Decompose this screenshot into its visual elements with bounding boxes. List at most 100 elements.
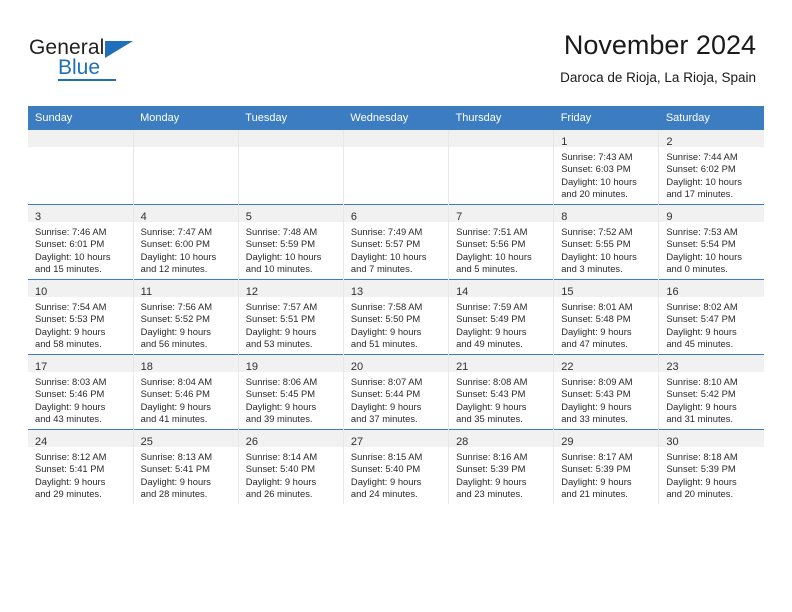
day-number: 21: [456, 361, 469, 373]
calendar-week-row: 17 Sunrise: 8:03 AM Sunset: 5:46 PM Dayligh…: [28, 354, 764, 430]
weekday-header-tuesday: Tuesday: [238, 106, 344, 130]
day-number-band: 1: [554, 130, 659, 148]
calendar-day-cell[interactable]: 8 Sunrise: 7:52 AM Sunset: 5:55 PM Daylight…: [553, 204, 659, 280]
calendar-cell-empty: [28, 130, 134, 205]
sunset-text: Sunset: 5:41 PM: [140, 463, 210, 475]
day-number-band: 9: [659, 205, 764, 223]
day-number-band: 25: [133, 430, 238, 448]
calendar-day-cell[interactable]: 18 Sunrise: 8:04 AM Sunset: 5:46 PM Dayligh…: [132, 354, 239, 430]
day-number: 26: [245, 436, 259, 448]
logo-text-blue: Blue: [58, 56, 101, 79]
calendar-day-cell[interactable]: 12 Sunrise: 7:57 AM Sunset: 5:51 PM Dayligh…: [237, 279, 344, 355]
sunrise-text: Sunrise: 7:47 AM: [140, 226, 213, 237]
calendar-week-row: 1 Sunrise: 7:43 AM Sunset: 6:03 PM Daylight…: [28, 130, 764, 205]
day-number: 13: [350, 286, 364, 298]
sunrise-text: Sunrise: 8:07 AM: [350, 376, 423, 387]
day-details: Sunrise: 8:16 AM Sunset: 5:39 PM Daylight:…: [449, 447, 553, 500]
sunset-text: Sunset: 5:43 PM: [456, 388, 526, 400]
calendar-day-cell[interactable]: 16 Sunrise: 8:02 AM Sunset: 5:47 PM Dayligh…: [658, 279, 764, 355]
calendar-day-cell[interactable]: 1 Sunrise: 7:43 AM Sunset: 6:03 PM Daylight…: [553, 130, 659, 205]
sunrise-text: Sunrise: 8:10 AM: [666, 376, 738, 387]
day-number-band: 7: [449, 205, 554, 223]
calendar-day-cell[interactable]: 21 Sunrise: 8:08 AM Sunset: 5:43 PM Dayligh…: [448, 354, 554, 430]
calendar-day-cell[interactable]: 25 Sunrise: 8:13 AM Sunset: 5:41 PM Dayligh…: [132, 429, 239, 504]
daylight-text-line1: Daylight: 10 hours: [350, 250, 427, 262]
day-number: 2: [666, 136, 673, 148]
calendar-day-cell[interactable]: 26 Sunrise: 8:14 AM Sunset: 5:40 PM Dayligh…: [237, 429, 344, 504]
day-number-band: 30: [659, 430, 764, 448]
sunrise-text: Sunrise: 7:51 AM: [456, 226, 528, 237]
day-details: Sunrise: 7:57 AM Sunset: 5:51 PM Daylight:…: [239, 297, 343, 350]
daylight-text-line2: and 56 minutes.: [140, 337, 208, 349]
sunset-text: Sunset: 6:03 PM: [561, 163, 631, 175]
calendar-day-cell[interactable]: 3 Sunrise: 7:46 AM Sunset: 6:01 PM Daylight…: [28, 204, 134, 280]
general-blue-logo[interactable]: General Blue: [29, 36, 149, 82]
sunrise-text: Sunrise: 8:15 AM: [350, 451, 423, 462]
day-details: Sunrise: 7:53 AM Sunset: 5:54 PM Daylight:…: [659, 222, 764, 275]
day-number: 25: [140, 436, 153, 448]
sunset-text: Sunset: 5:56 PM: [456, 238, 526, 250]
calendar-header-row: Sunday Monday Tuesday Wednesday Thursday…: [28, 106, 764, 130]
sunset-text: Sunset: 6:02 PM: [666, 163, 736, 175]
daylight-text-line1: Daylight: 9 hours: [35, 475, 106, 487]
daylight-text-line2: and 24 minutes.: [350, 487, 418, 499]
calendar-grid: Sunday Monday Tuesday Wednesday Thursday…: [28, 106, 764, 504]
calendar-day-cell[interactable]: 24 Sunrise: 8:12 AM Sunset: 5:41 PM Dayligh…: [28, 429, 134, 504]
day-details: Sunrise: 8:01 AM Sunset: 5:48 PM Daylight:…: [554, 297, 658, 350]
calendar-day-cell[interactable]: 27 Sunrise: 8:15 AM Sunset: 5:40 PM Dayligh…: [342, 429, 449, 504]
daylight-text-line1: Daylight: 9 hours: [245, 325, 317, 337]
calendar-day-cell[interactable]: 23 Sunrise: 8:10 AM Sunset: 5:42 PM Dayligh…: [658, 354, 764, 430]
calendar-day-cell[interactable]: 10 Sunrise: 7:54 AM Sunset: 5:53 PM Dayligh…: [28, 279, 134, 355]
day-number: 1: [561, 136, 568, 148]
calendar-cell-empty: [132, 130, 239, 205]
day-details: Sunrise: 8:17 AM Sunset: 5:39 PM Daylight:…: [554, 447, 658, 500]
day-number-band: 4: [133, 205, 238, 223]
sunset-text: Sunset: 5:47 PM: [666, 313, 736, 325]
daylight-text-line2: and 20 minutes.: [561, 187, 628, 199]
sunset-text: Sunset: 5:46 PM: [140, 388, 210, 400]
calendar-day-cell[interactable]: 6 Sunrise: 7:49 AM Sunset: 5:57 PM Daylight…: [342, 204, 449, 280]
sunset-text: Sunset: 5:46 PM: [35, 388, 105, 400]
day-number: 3: [35, 211, 42, 223]
calendar-day-cell[interactable]: 30 Sunrise: 8:18 AM Sunset: 5:39 PM Dayligh…: [658, 429, 764, 504]
sunrise-text: Sunrise: 8:12 AM: [35, 451, 107, 462]
sunset-text: Sunset: 5:41 PM: [35, 463, 105, 475]
calendar-day-cell[interactable]: 13 Sunrise: 7:58 AM Sunset: 5:50 PM Dayligh…: [342, 279, 449, 355]
calendar-day-cell[interactable]: 7 Sunrise: 7:51 AM Sunset: 5:56 PM Daylight…: [448, 204, 554, 280]
weekday-header-monday: Monday: [133, 106, 239, 130]
day-number-band: [343, 130, 449, 147]
calendar-day-cell[interactable]: 22 Sunrise: 8:09 AM Sunset: 5:43 PM Dayligh…: [553, 354, 659, 430]
calendar-day-cell[interactable]: 17 Sunrise: 8:03 AM Sunset: 5:46 PM Dayligh…: [28, 354, 134, 430]
calendar-day-cell[interactable]: 19 Sunrise: 8:06 AM Sunset: 5:45 PM Dayligh…: [237, 354, 344, 430]
calendar-day-cell[interactable]: 5 Sunrise: 7:48 AM Sunset: 5:59 PM Daylight…: [237, 204, 344, 280]
sunrise-text: Sunrise: 8:02 AM: [666, 301, 738, 312]
calendar-day-cell[interactable]: 20 Sunrise: 8:07 AM Sunset: 5:44 PM Dayligh…: [342, 354, 449, 430]
calendar-day-cell[interactable]: 28 Sunrise: 8:16 AM Sunset: 5:39 PM Dayligh…: [448, 429, 554, 504]
day-number-band: 27: [343, 430, 449, 448]
day-number-band: 10: [28, 280, 133, 298]
day-number: 19: [245, 361, 259, 373]
day-details: Sunrise: 8:12 AM Sunset: 5:41 PM Daylight:…: [28, 447, 133, 500]
day-number-band: 11: [133, 280, 238, 298]
daylight-text-line2: and 31 minutes.: [666, 412, 734, 424]
calendar-day-cell[interactable]: 2 Sunrise: 7:44 AM Sunset: 6:02 PM Daylight…: [658, 130, 764, 205]
calendar-day-cell[interactable]: 11 Sunrise: 7:56 AM Sunset: 5:52 PM Dayligh…: [132, 279, 239, 355]
day-details: Sunrise: 8:13 AM Sunset: 5:41 PM Daylight:…: [134, 447, 238, 500]
sunset-text: Sunset: 5:40 PM: [245, 463, 316, 475]
daylight-text-line1: Daylight: 9 hours: [561, 475, 632, 487]
day-number: 23: [666, 361, 679, 373]
calendar-day-cell[interactable]: 14 Sunrise: 7:59 AM Sunset: 5:49 PM Dayligh…: [448, 279, 554, 355]
daylight-text-line2: and 33 minutes.: [561, 412, 628, 424]
calendar-day-cell[interactable]: 9 Sunrise: 7:53 AM Sunset: 5:54 PM Daylight…: [658, 204, 764, 280]
calendar-cell-empty: [342, 130, 449, 205]
daylight-text-line1: Daylight: 9 hours: [350, 400, 422, 412]
daylight-text-line1: Daylight: 9 hours: [245, 400, 317, 412]
calendar-day-cell[interactable]: 29 Sunrise: 8:17 AM Sunset: 5:39 PM Dayligh…: [553, 429, 659, 504]
calendar-day-cell[interactable]: 4 Sunrise: 7:47 AM Sunset: 6:00 PM Daylight…: [132, 204, 239, 280]
sunrise-text: Sunrise: 7:44 AM: [666, 151, 738, 162]
sunset-text: Sunset: 5:53 PM: [35, 313, 105, 325]
day-number-band: 29: [554, 430, 659, 448]
daylight-text-line2: and 41 minutes.: [140, 412, 208, 424]
calendar-day-cell[interactable]: 15 Sunrise: 8:01 AM Sunset: 5:48 PM Dayligh…: [553, 279, 659, 355]
sunrise-text: Sunrise: 8:16 AM: [456, 451, 528, 462]
